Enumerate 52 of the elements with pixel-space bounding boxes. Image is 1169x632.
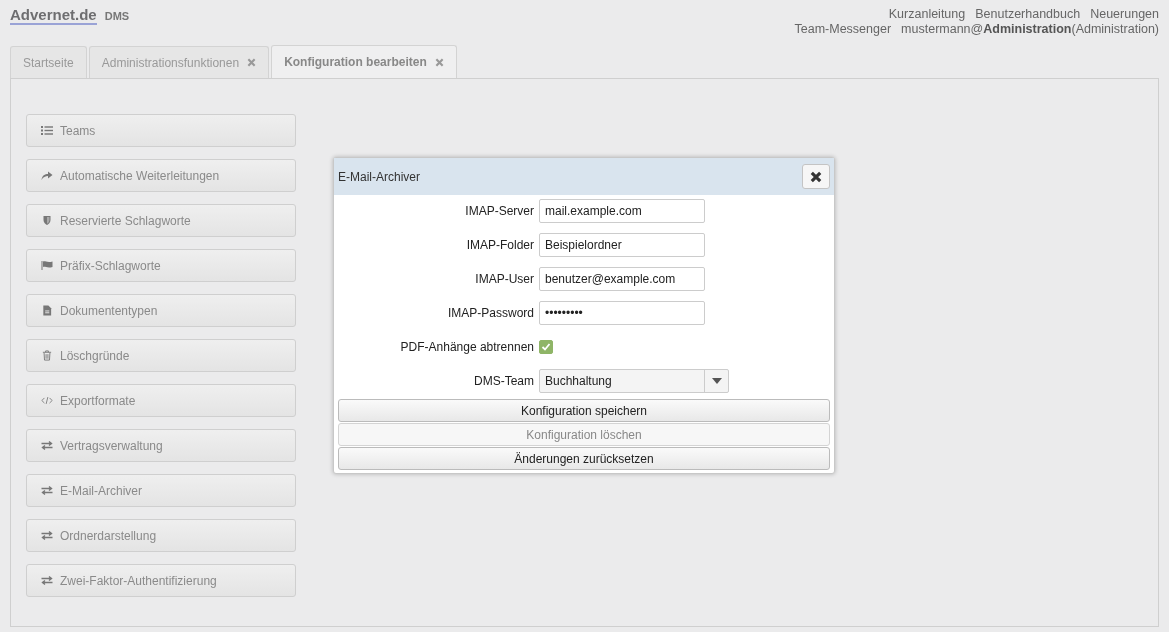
sidebar-button[interactable]: Präfix-Schlagworte (26, 249, 296, 282)
close-icon[interactable] (247, 58, 257, 67)
dropdown[interactable]: Buchhaltung (539, 369, 729, 393)
field-label: PDF-Anhänge abtrennen (399, 340, 534, 354)
exchange-arrows-icon (41, 530, 53, 541)
sidebar-button[interactable]: Ordnerdarstellung (26, 519, 296, 552)
field-label: DMS-Team (473, 374, 534, 388)
field-label: IMAP-User (474, 272, 534, 286)
sidebar-button[interactable]: Löschgründe (26, 339, 296, 372)
header-link[interactable]: Kurzanleitung (888, 7, 966, 21)
trash-icon (41, 350, 53, 361)
tab[interactable]: Konfiguration bearbeiten (271, 45, 457, 78)
dialog-title: E-Mail-Archiver (338, 169, 420, 184)
field-label: IMAP-Folder (465, 238, 534, 252)
sidebar-button[interactable]: Reservierte Schlagworte (26, 204, 296, 237)
shield-icon (41, 215, 53, 226)
share-arrow-icon (41, 170, 53, 181)
sidebar-button[interactable]: Exportformate (26, 384, 296, 417)
sidebar-button[interactable]: Automatische Weiterleitungen (26, 159, 296, 192)
exchange-arrows-icon (41, 575, 53, 586)
dialog-button[interactable]: Konfiguration speichern (338, 399, 830, 422)
checkbox[interactable] (539, 340, 553, 354)
close-icon[interactable] (434, 57, 444, 67)
close-button[interactable] (802, 164, 830, 189)
input-field[interactable]: ••••••••• (539, 301, 705, 325)
sidebar-button[interactable]: E-Mail-Archiver (26, 474, 296, 507)
user-info: mustermann@Administration(Administration) (901, 22, 1159, 36)
flag-icon (41, 260, 53, 271)
exchange-arrows-icon (41, 440, 53, 451)
caret-icon (711, 378, 722, 384)
sidebar-button[interactable]: Dokumententypen (26, 294, 296, 327)
header-link[interactable]: Neuerungen (1090, 7, 1159, 21)
close-icon (810, 170, 822, 183)
sidebar-button[interactable]: Vertragsverwaltung (26, 429, 296, 462)
header-link[interactable]: Benutzerhandbuch (975, 7, 1081, 21)
input-field[interactable]: mail.example.com (539, 199, 705, 223)
list-icon (41, 125, 53, 136)
field-label: IMAP-Server (464, 204, 534, 218)
sidebar-button[interactable]: Zwei-Faktor-Authentifizierung (26, 564, 296, 597)
tab[interactable]: Administrationsfunktionen (88, 46, 270, 78)
product-name: DMS (104, 10, 130, 22)
sidebar-button[interactable]: Teams (26, 114, 296, 147)
code-icon (41, 395, 53, 406)
dialog-button[interactable]: Änderungen zurücksetzen (338, 447, 830, 470)
exchange-arrows-icon (41, 485, 53, 496)
input-field[interactable]: Beispielordner (539, 233, 705, 257)
input-field[interactable]: benutzer@example.com (539, 267, 705, 291)
messenger-link[interactable]: Team-Messenger (794, 22, 892, 36)
document-icon (41, 305, 53, 316)
logo[interactable]: Advernet.de (10, 8, 97, 25)
field-label: IMAP-Password (446, 306, 534, 320)
tab[interactable]: Startseite (10, 46, 87, 78)
